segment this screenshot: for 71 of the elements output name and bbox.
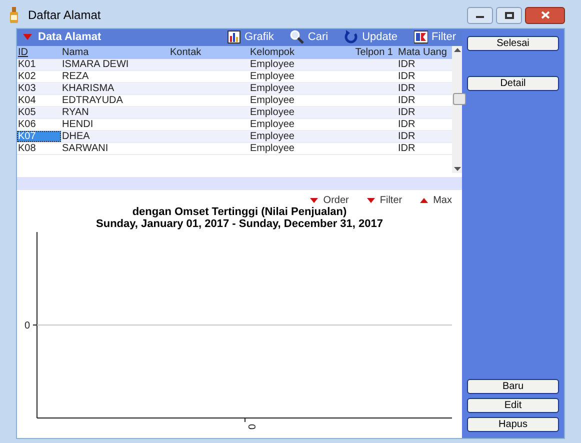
table-cell-text: SARWANI: [61, 142, 110, 154]
table-cell-text: IDR: [397, 70, 416, 82]
chart-title: dengan Omset Tertinggi (Nilai Penjualan): [131, 206, 348, 218]
table-cell-text: K06: [17, 118, 37, 130]
table-cell-text: DHEA: [61, 130, 91, 142]
table-cell-text: IDR: [397, 118, 416, 130]
table-cell-text: K02: [17, 70, 37, 82]
refresh-icon: [344, 30, 358, 44]
column-header[interactable]: Nama: [61, 46, 169, 58]
table-cell-text: K05: [17, 106, 37, 118]
table-cell-text: IDR: [397, 142, 416, 154]
table-cell-text: Employee: [249, 142, 296, 154]
y-tick-label: 0: [24, 320, 30, 332]
table-cell-text: HENDI: [61, 118, 94, 130]
x-tick-label: 0: [246, 424, 256, 430]
side-button[interactable]: Selesai: [467, 36, 559, 51]
filter-icon: [414, 30, 428, 44]
table-cell-text: KHARISMA: [61, 82, 116, 94]
table-cell-text: Employee: [249, 70, 296, 82]
side-button[interactable]: Baru: [467, 379, 559, 394]
scroll-down-icon[interactable]: [454, 166, 460, 171]
table-cell-text: K01: [17, 58, 37, 70]
chart-button[interactable]: Grafik: [226, 29, 274, 46]
side-button[interactable]: Hapus: [467, 417, 559, 432]
table-cell-text: K04: [17, 94, 37, 106]
table-cell-text: IDR: [397, 94, 416, 106]
side-button[interactable]: Detail: [467, 76, 559, 91]
table-cell-text: IDR: [397, 130, 416, 142]
table-cell: K07: [17, 130, 61, 142]
table-cell-text: IDR: [397, 106, 416, 118]
column-header[interactable]: Kontak: [169, 46, 249, 58]
table-cell-text: REZA: [61, 70, 90, 82]
search-icon: [290, 30, 304, 44]
up-triangle-icon: [420, 198, 428, 202]
table-cell-text: EDTRAYUDA: [61, 94, 124, 106]
table-cell-text: Employee: [249, 130, 296, 142]
table-cell-text: Employee: [249, 58, 296, 70]
table-cell-text: K03: [17, 82, 37, 94]
table-cell-text: RYAN: [61, 106, 90, 118]
table-cell-text: IDR: [397, 58, 416, 70]
date-range: Sunday, January 01, 2017 - Sunday, December 31, 2017: [95, 218, 384, 230]
table-cell-text: Employee: [249, 94, 296, 106]
refresh-button[interactable]: Update: [344, 29, 398, 46]
down-triangle-icon: [366, 198, 375, 202]
down-triangle-icon: [310, 198, 318, 202]
window-title: Daftar Alamat: [28, 7, 101, 24]
panel-title: Data Alamat: [38, 30, 102, 45]
column-header[interactable]: Telpon 1: [348, 46, 397, 58]
table-cell-text: Employee: [249, 106, 296, 118]
chart-option-button[interactable]: Filter: [366, 192, 402, 208]
filter-button[interactable]: Filter: [414, 29, 456, 46]
maximize-button[interactable]: [496, 6, 522, 24]
table-cell-text: IDR: [397, 82, 416, 94]
chart-icon: [226, 30, 241, 44]
column-header[interactable]: Mata Uang: [397, 46, 452, 58]
table-cell-text: Employee: [249, 118, 296, 130]
search-button[interactable]: Cari: [290, 29, 328, 46]
column-header[interactable]: Kelompok: [249, 46, 348, 58]
scrollbar-thumb[interactable]: [453, 92, 466, 104]
table-cell-text: K08: [17, 142, 37, 154]
table-cell-text: ISMARA DEWI: [61, 58, 130, 70]
bottle-icon: [8, 7, 20, 23]
chart-option-button[interactable]: Max: [420, 192, 452, 208]
column-header[interactable]: ID: [17, 46, 61, 58]
table-cell-text: Employee: [249, 82, 296, 94]
chart-option-button[interactable]: Order: [310, 192, 349, 208]
close-icon: [540, 11, 550, 19]
scroll-up-icon[interactable]: [454, 48, 460, 52]
minimize-button[interactable]: [467, 6, 493, 24]
side-button[interactable]: Edit: [467, 398, 559, 413]
close-button[interactable]: [525, 6, 565, 24]
